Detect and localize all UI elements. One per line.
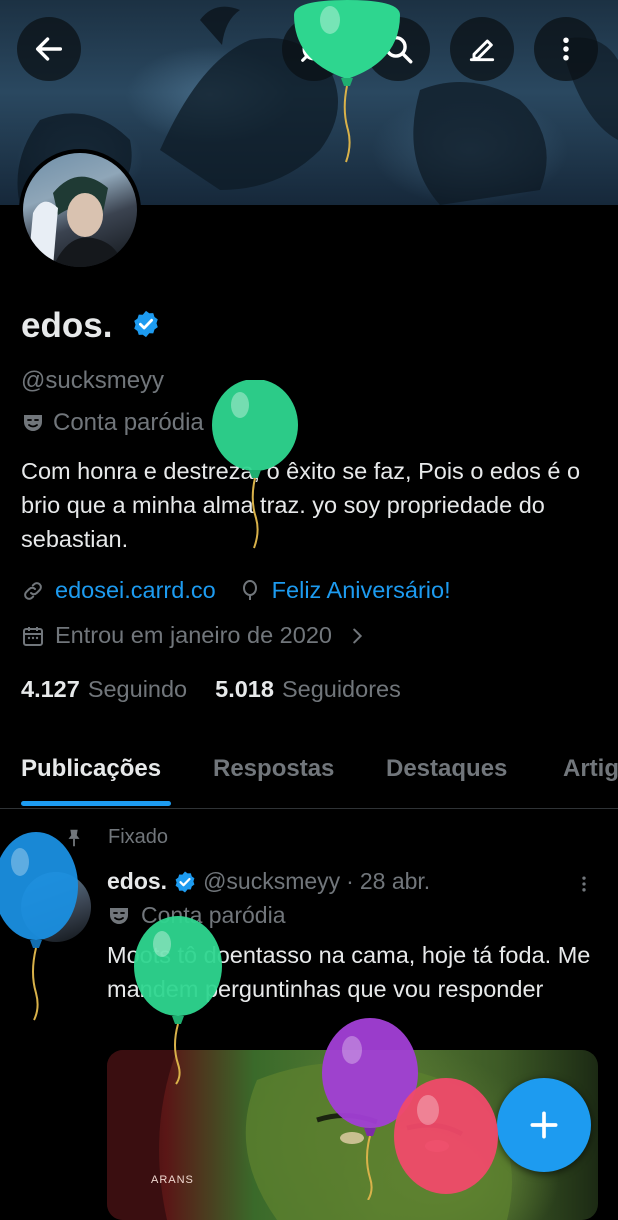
followers-label: Seguidores (281, 676, 401, 702)
tab-publicacoes[interactable]: Publicações (21, 755, 161, 783)
compose-button[interactable] (497, 1078, 591, 1172)
avatar-image (23, 153, 137, 267)
back-arrow-icon (35, 37, 63, 61)
following-count: 4.127 (21, 676, 80, 702)
plus-icon (530, 1111, 558, 1139)
active-tab-indicator (21, 801, 171, 806)
back-button[interactable] (17, 17, 81, 81)
edit-button[interactable] (450, 17, 514, 81)
more-vertical-icon (563, 37, 569, 61)
profile-name: edos. (21, 306, 113, 345)
chevron-right-icon (353, 628, 363, 643)
post-author-handle[interactable]: @sucksmeyy (203, 868, 340, 895)
balloon-red (394, 1078, 498, 1194)
post-more-button[interactable] (574, 872, 594, 901)
link-icon (24, 581, 42, 600)
balloon-green-bottom (134, 916, 222, 1085)
following-stat[interactable]: 4.127 Seguindo (21, 676, 187, 703)
post-date[interactable]: 28 abr. (360, 868, 430, 895)
joined-text: Entrou em janeiro de 2020 (55, 622, 332, 648)
pinned-label: Fixado (108, 826, 169, 848)
post-author-name[interactable]: edos. (107, 868, 167, 895)
balloon-green-middle (212, 380, 298, 549)
birthday-link[interactable]: Feliz Aniversário! (272, 577, 451, 604)
more-vertical-icon (582, 876, 586, 892)
tab-artigos[interactable]: Artig (563, 755, 618, 783)
profile-meta-row: edosei.carrd.co Feliz Aniversário! (21, 577, 451, 604)
theater-mask-icon (24, 415, 42, 431)
calendar-icon (23, 626, 43, 646)
followers-stat[interactable]: 5.018 Seguidores (215, 676, 401, 703)
profile-bio: Com honra e destreza, o êxito se faz, Po… (21, 458, 581, 552)
parody-label: Conta paródia (21, 409, 204, 437)
follow-stats: 4.127 Seguindo 5.018 Seguidores (21, 676, 401, 703)
profile-handle: @sucksmeyy (21, 367, 165, 394)
following-label: Seguindo (87, 676, 188, 702)
tab-destaques[interactable]: Destaques (386, 755, 507, 783)
tab-respostas[interactable]: Respostas (213, 755, 334, 783)
theater-mask-icon (110, 907, 128, 924)
balloon-green-top (294, 0, 400, 163)
more-options-button[interactable] (534, 17, 598, 81)
joined-date-row[interactable]: Entrou em janeiro de 2020 (21, 622, 368, 649)
balloon-icon (242, 579, 257, 600)
profile-tabs: Publicações Respostas Destaques Artig (0, 738, 618, 809)
media-caption: ARANS (151, 1174, 194, 1186)
followers-count: 5.018 (215, 676, 274, 702)
post-header: edos. @sucksmeyy · 28 abr. (107, 868, 430, 895)
verified-badge-icon[interactable] (131, 309, 161, 344)
profile-avatar[interactable] (19, 149, 141, 271)
balloon-blue (0, 832, 78, 1021)
post-separator: · (346, 868, 354, 894)
verified-badge-icon (175, 871, 195, 892)
parody-text: Conta paródia (53, 409, 204, 436)
edit-icon (469, 39, 495, 62)
website-link[interactable]: edosei.carrd.co (55, 577, 216, 604)
